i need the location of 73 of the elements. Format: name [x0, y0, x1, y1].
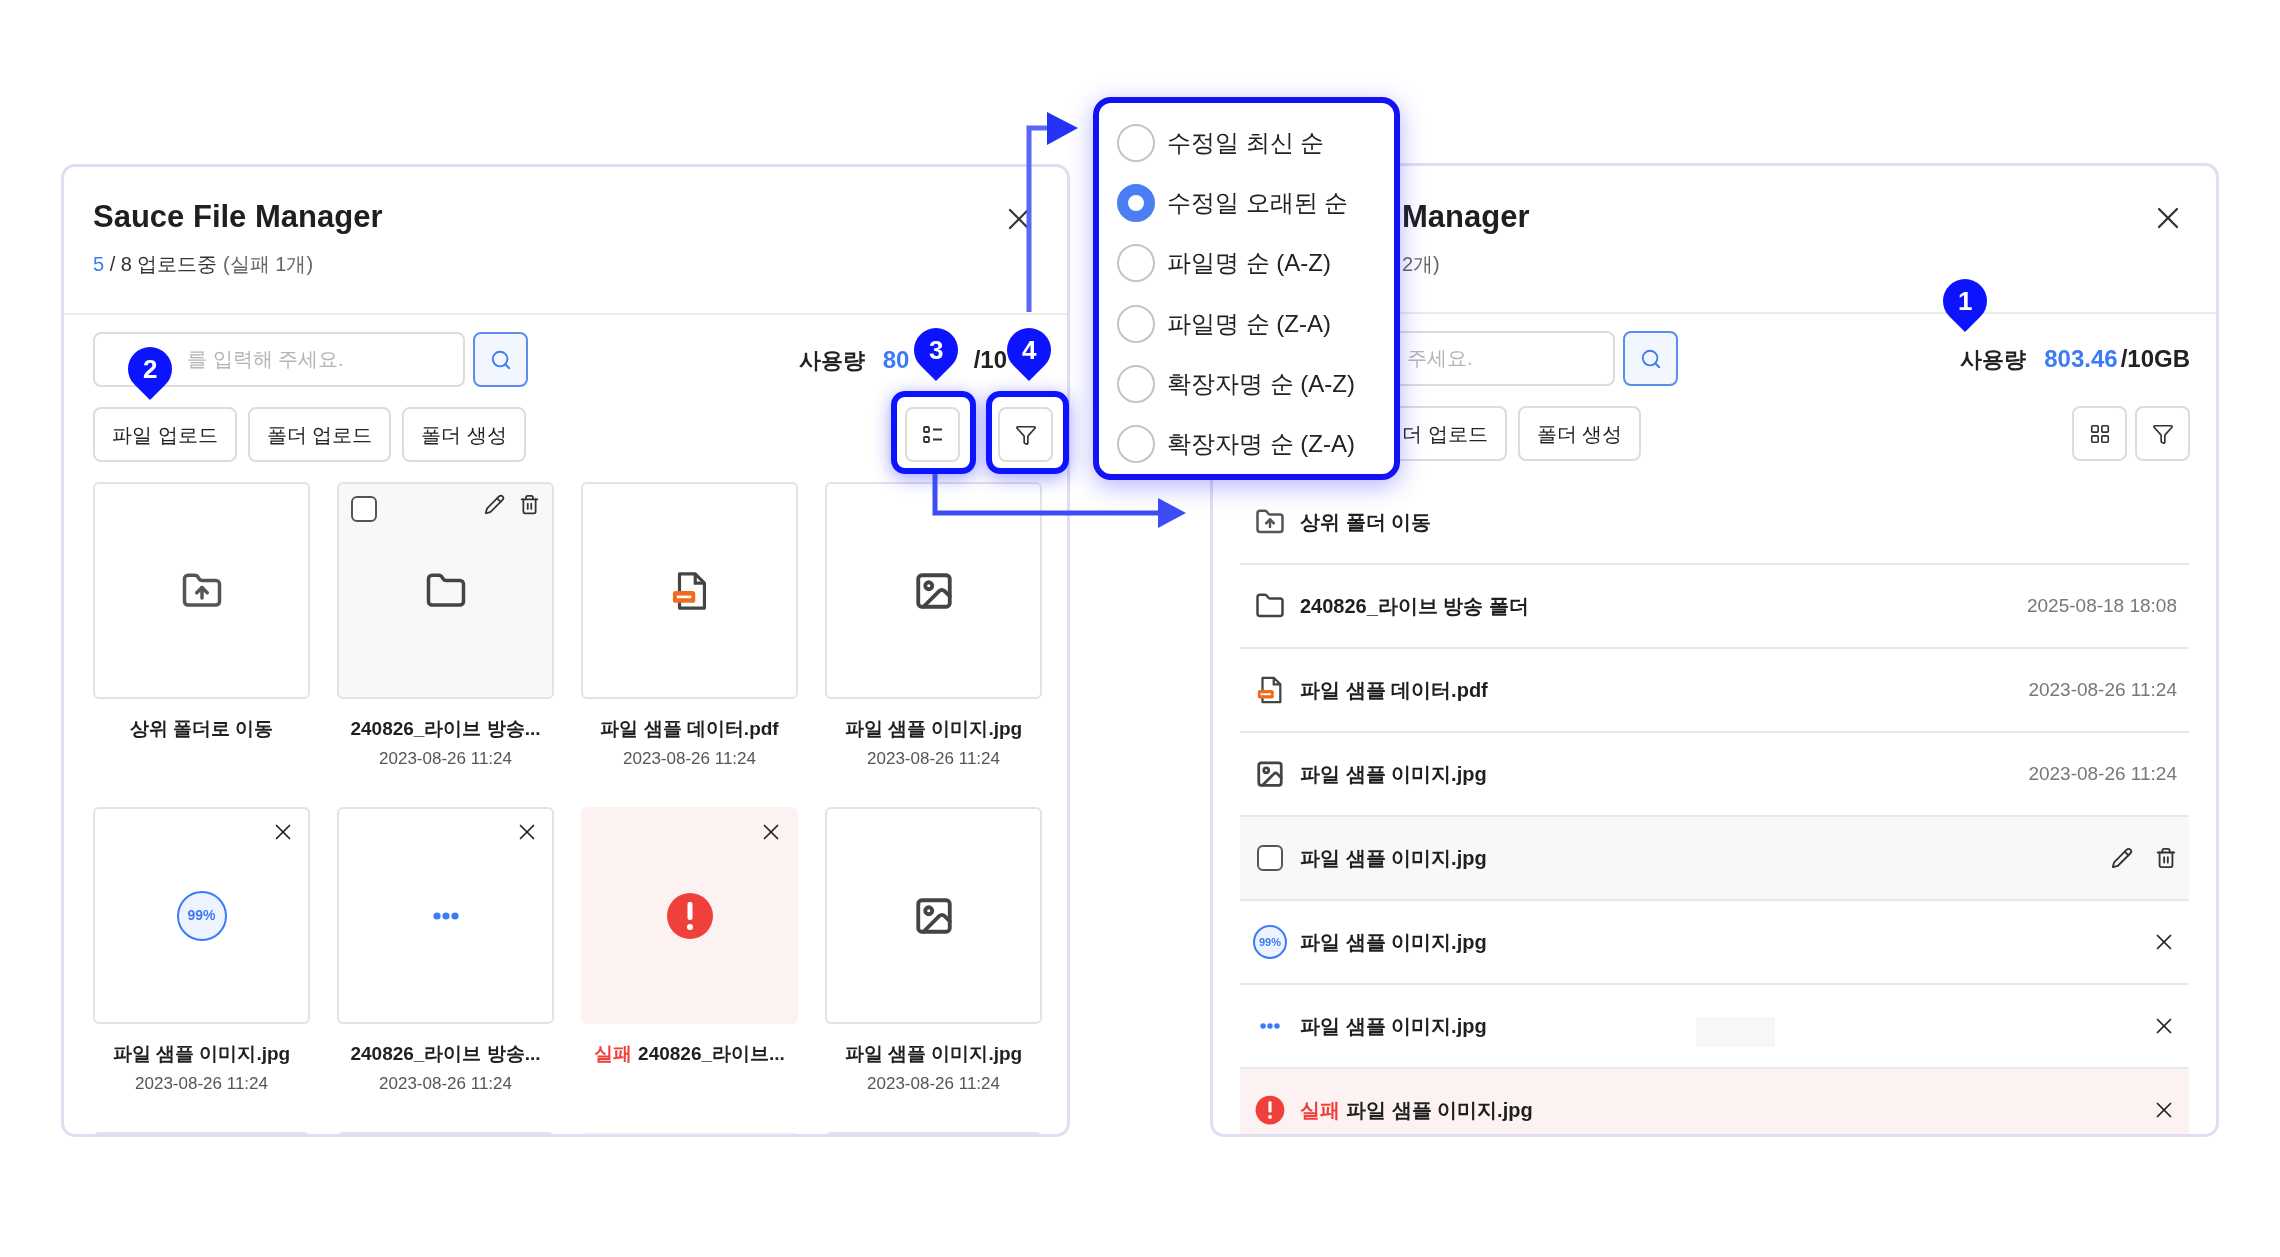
- file-name: 파일 샘플 이미지.jpg: [844, 1042, 1023, 1066]
- sort-option[interactable]: 수정일 최신 순: [1117, 113, 1394, 174]
- error-icon: [1255, 1095, 1285, 1125]
- window-title: Manager: [1402, 198, 1530, 236]
- action-button[interactable]: 폴더 업로드: [247, 407, 392, 462]
- delete-icon[interactable]: [2155, 847, 2177, 869]
- file-date: 2023-08-26 11:24: [623, 748, 756, 770]
- file-card[interactable]: 99%: [93, 807, 310, 1024]
- file-name: 240826_라이브 방송...: [350, 1042, 541, 1066]
- file-name: 240826_라이브...: [638, 1042, 785, 1066]
- file-name: 파일 샘플 이미지.jpg: [1300, 930, 1487, 955]
- search-icon: [1639, 347, 1662, 370]
- usage-label: 사용량: [1960, 345, 2027, 374]
- sort-option[interactable]: 파일명 순 (A-Z): [1117, 233, 1394, 294]
- pending-dots-icon: [1260, 1022, 1280, 1030]
- filter-icon: [1014, 423, 1037, 446]
- usage-used: 803.46: [2044, 344, 2118, 372]
- filter-button[interactable]: [2135, 406, 2190, 461]
- file-name: 240826_라이브 방송...: [350, 717, 541, 741]
- status-label: 실패: [1300, 1098, 1340, 1123]
- window-title: Sauce File Manager: [93, 198, 383, 236]
- file-date: 2023-08-26 11:24: [867, 1073, 1000, 1095]
- file-card[interactable]: [581, 807, 798, 1024]
- action-button[interactable]: 폴더 생성: [1517, 406, 1642, 461]
- file-row[interactable]: 실패 파일 샘플 이미지.jpg: [1240, 1069, 2189, 1134]
- file-name: 파일 샘플 이미지.jpg: [1300, 762, 1487, 787]
- filter-icon: [2151, 422, 2174, 445]
- file-name: 파일 샘플 데이터.pdf: [600, 717, 779, 741]
- file-date: 2025-08-18 18:08: [2027, 593, 2177, 618]
- file-name: 240826_라이브 방송 폴더: [1300, 594, 1529, 619]
- pending-dots-icon: [432, 911, 459, 920]
- filter-button[interactable]: [998, 407, 1053, 462]
- file-name: 파일 샘플 이미지.jpg: [1346, 1098, 1533, 1123]
- search-icon: [489, 348, 512, 371]
- error-icon: [665, 891, 714, 940]
- delete-icon[interactable]: [519, 494, 540, 515]
- grid-view-icon: [2088, 422, 2111, 445]
- list-view-icon: [921, 423, 944, 446]
- usage-capacity: /10: [973, 344, 1007, 375]
- status-label: 실패: [594, 1042, 633, 1066]
- file-card[interactable]: [825, 482, 1042, 699]
- sort-option[interactable]: 수정일 오래된 순: [1117, 173, 1394, 234]
- search-button[interactable]: [1623, 331, 1678, 386]
- upload-status: 5 / 8 업로드중 (실패 1개): [93, 252, 314, 277]
- checkbox[interactable]: [351, 496, 377, 522]
- file-date: 2023-08-26 11:24: [2028, 677, 2177, 702]
- action-button[interactable]: 폴더 생성: [402, 407, 526, 462]
- file-name: 파일 샘플 데이터.pdf: [1300, 678, 1488, 703]
- image-icon: [1255, 759, 1285, 789]
- action-button[interactable]: 파일 업로드: [93, 407, 237, 462]
- view-toggle-button[interactable]: [2072, 406, 2127, 461]
- upload-progress: 99%: [1253, 925, 1287, 959]
- upload-status: 2개): [1402, 252, 1440, 277]
- view-toggle-button[interactable]: [905, 407, 960, 462]
- edit-icon[interactable]: [2111, 847, 2133, 869]
- file-name: 파일 샘플 이미지.jpg: [112, 1042, 291, 1066]
- file-name: 파일 샘플 이미지.jpg: [844, 717, 1023, 741]
- file-date: 2023-08-26 11:24: [2028, 761, 2177, 786]
- file-name: 상위 폴더 이동: [1300, 510, 1432, 535]
- file-name: 상위 폴더로 이동: [129, 717, 274, 741]
- usage-capacity: /10GB: [2120, 343, 2190, 374]
- file-row[interactable]: 파일 샘플 이미지.jpg: [1240, 817, 2189, 901]
- search-button[interactable]: [473, 332, 528, 387]
- file-date: 2023-08-26 11:24: [135, 1073, 268, 1095]
- edit-icon[interactable]: [484, 494, 505, 515]
- file-date: 2023-08-26 11:24: [379, 748, 512, 770]
- file-name: 파일 샘플 이미지.jpg: [1300, 846, 1487, 871]
- file-name: 파일 샘플 이미지.jpg: [1300, 1014, 1487, 1039]
- usage-label: 사용량: [798, 346, 865, 375]
- file-date: 2023-08-26 11:24: [867, 748, 1000, 770]
- upload-progress: 99%: [176, 890, 227, 941]
- checkbox[interactable]: [1257, 845, 1283, 871]
- file-date: 2023-08-26 11:24: [379, 1073, 512, 1095]
